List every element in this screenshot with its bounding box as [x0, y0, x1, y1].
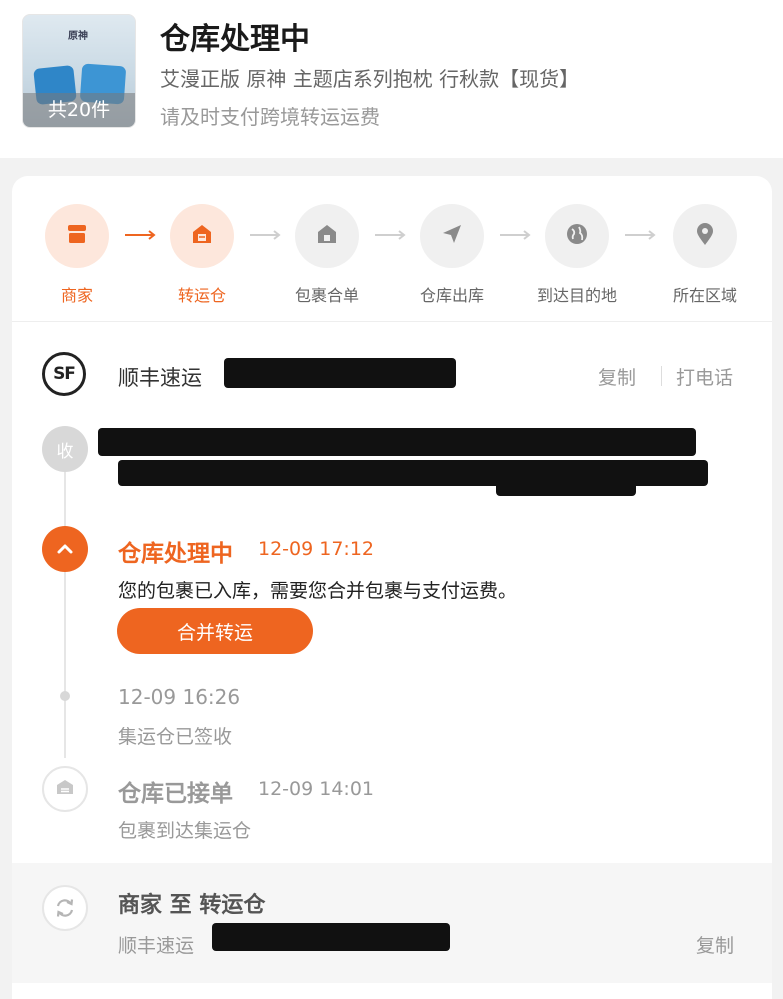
step-label: 包裹合单	[294, 286, 359, 305]
courier-row: SF 顺丰速运 复制 打电话	[12, 322, 772, 422]
thumbnail-logo: 原神	[68, 31, 88, 42]
product-thumbnail[interactable]: 原神 共20件	[22, 14, 136, 128]
sf-express-logo: SF	[42, 352, 86, 396]
event-time: 12-09 16:26	[118, 685, 241, 709]
progress-steps: 商家 转运仓 包裹合单 仓库出库 到达目的地 所在区域	[12, 176, 772, 322]
copy-tracking-button[interactable]: 复制	[696, 931, 734, 958]
order-header: 原神 共20件 仓库处理中 艾漫正版 原神 主题店系列抱枕 行秋款【现货】 请及…	[0, 0, 783, 158]
payment-hint: 请及时支付跨境转运运费	[160, 105, 380, 129]
segment-title: 商家 至 转运仓	[118, 893, 266, 918]
globe-icon	[566, 223, 588, 249]
courier-name: 顺丰速运	[118, 366, 202, 390]
copy-tracking-button[interactable]: 复制	[598, 363, 636, 390]
courier-name: 顺丰速运	[118, 935, 195, 957]
shop-icon	[66, 224, 88, 248]
step-warehouse-out: 仓库出库	[402, 204, 502, 306]
event-description: 包裹到达集运仓	[118, 820, 252, 842]
step-arrow-icon	[625, 230, 656, 240]
call-courier-button[interactable]: 打电话	[676, 363, 733, 390]
timeline-dot	[42, 766, 88, 812]
timeline-current-dot[interactable]	[42, 526, 88, 572]
page-title: 仓库处理中	[160, 22, 310, 57]
step-label: 所在区域	[672, 286, 737, 305]
merge-transfer-button[interactable]: 合并转运	[117, 608, 313, 654]
product-name: 艾漫正版 原神 主题店系列抱枕 行秋款【现货】	[160, 67, 580, 91]
step-transit-warehouse: 转运仓	[152, 204, 252, 306]
warehouse-icon	[56, 779, 74, 799]
shipment-segment[interactable]: 商家 至 转运仓 顺丰速运 复制	[12, 863, 772, 983]
event-status: 仓库已接单	[118, 781, 233, 807]
event-status: 仓库处理中	[118, 541, 233, 567]
event-time: 12-09 14:01	[258, 778, 375, 800]
event-description: 集运仓已签收	[118, 726, 233, 748]
divider	[661, 366, 662, 386]
redacted-tracking-number	[212, 923, 450, 951]
item-count-badge: 共20件	[23, 93, 135, 127]
chevron-up-icon	[56, 540, 74, 559]
step-region: 所在区域	[655, 204, 755, 306]
transfer-icon	[42, 885, 88, 931]
redacted-tracking-number	[224, 358, 456, 388]
event-time: 12-09 17:12	[258, 538, 375, 560]
send-icon	[441, 223, 463, 249]
event-description: 您的包裹已入库，需要您合并包裹与支付运费。	[118, 580, 518, 602]
warehouse-icon	[191, 223, 213, 249]
timeline-dot	[60, 691, 70, 701]
step-package-merge: 包裹合单	[277, 204, 377, 306]
step-merchant: 商家	[27, 204, 127, 306]
package-merge-icon	[316, 223, 338, 249]
step-label: 到达目的地	[536, 286, 617, 305]
redacted-receiver-address	[496, 480, 636, 496]
timeline-line	[64, 468, 66, 758]
step-label: 转运仓	[177, 286, 226, 305]
step-label: 仓库出库	[419, 286, 484, 305]
step-label: 商家	[60, 286, 93, 305]
redacted-receiver-address	[98, 428, 696, 456]
logistics-card: 商家 转运仓 包裹合单 仓库出库 到达目的地 所在区域 SF 顺丰速运 复制 打…	[12, 176, 772, 999]
receiver-badge: 收	[42, 426, 88, 472]
step-destination: 到达目的地	[527, 204, 627, 306]
location-pin-icon	[695, 222, 715, 250]
